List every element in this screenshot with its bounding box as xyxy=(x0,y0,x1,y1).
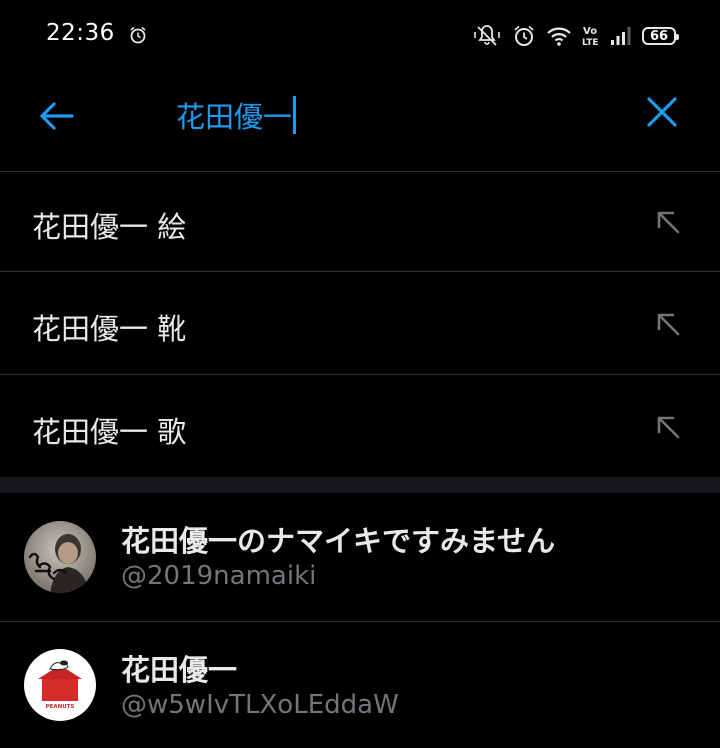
status-time: 22:36 xyxy=(46,20,115,46)
close-icon xyxy=(647,97,677,127)
volte-icon: Vo LTE xyxy=(582,26,599,48)
peanuts-doghouse-icon: PEANUTS xyxy=(24,649,96,721)
svg-text:LTE: LTE xyxy=(582,38,599,48)
status-bar: 22:36 Vo LTE 66 xyxy=(0,0,720,72)
clear-search-button[interactable] xyxy=(640,90,684,134)
search-header: 花田優一 xyxy=(0,72,720,171)
fill-query-arrow-icon[interactable] xyxy=(654,310,682,338)
user-handle: @2019namaiki xyxy=(121,561,317,591)
search-query-text[interactable]: 花田優一 xyxy=(176,94,292,136)
user-display-name: 花田優一 xyxy=(121,653,238,687)
user-display-name: 花田優一のナマイキですみません xyxy=(121,524,556,558)
wifi-icon xyxy=(547,27,571,46)
battery-level: 66 xyxy=(649,28,669,44)
search-input[interactable]: 花田優一 xyxy=(176,92,596,138)
text-cursor xyxy=(293,96,297,134)
search-suggestion[interactable]: 花田優一 歌 xyxy=(0,375,720,477)
battery-icon: 66 xyxy=(642,27,679,45)
suggestion-label: 花田優一 歌 xyxy=(32,415,187,449)
avatar-badge-text: PEANUTS xyxy=(46,704,75,710)
user-result-row[interactable]: PEANUTS 花田優一 @w5wIvTLXoLEddaW xyxy=(0,622,720,748)
suggestion-label: 花田優一 絵 xyxy=(32,210,187,244)
search-suggestion[interactable]: 花田優一 靴 xyxy=(0,272,720,374)
avatar[interactable] xyxy=(24,521,96,593)
section-separator xyxy=(0,477,720,493)
alarm-icon xyxy=(514,25,534,46)
mute-icon xyxy=(474,25,500,46)
signal-icon xyxy=(611,27,631,45)
fill-query-arrow-icon[interactable] xyxy=(654,413,682,441)
fill-query-arrow-icon[interactable] xyxy=(654,208,682,236)
avatar-photo-icon xyxy=(24,521,96,593)
search-suggestion[interactable]: 花田優一 絵 xyxy=(0,172,720,274)
status-icons: Vo LTE 66 xyxy=(472,22,679,50)
alarm-icon xyxy=(130,26,146,44)
svg-text:Vo: Vo xyxy=(583,26,597,37)
avatar[interactable]: PEANUTS xyxy=(24,649,96,721)
user-handle: @w5wIvTLXoLEddaW xyxy=(121,690,399,720)
back-arrow-icon xyxy=(40,102,74,130)
back-button[interactable] xyxy=(34,94,78,138)
suggestion-label: 花田優一 靴 xyxy=(32,312,187,346)
user-result-row[interactable]: 花田優一のナマイキですみません @2019namaiki xyxy=(0,493,720,619)
